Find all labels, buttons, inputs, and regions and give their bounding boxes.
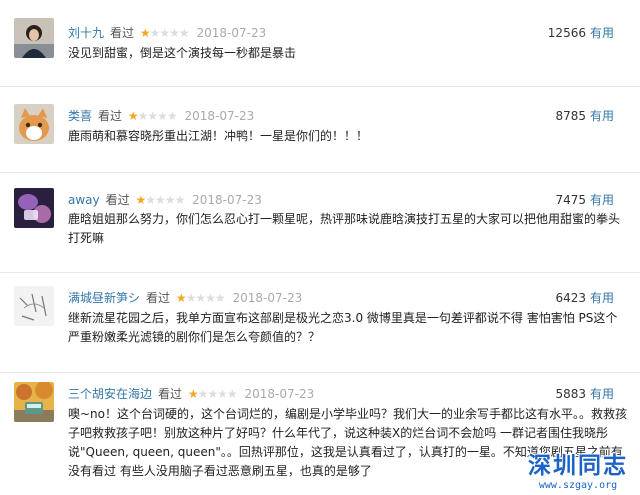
review-text: 继新流星花园之后，我单方面宣布这部剧是极光之恋3.0 微博里真是一句差评都说不得…: [68, 311, 618, 344]
review-text: 鹿雨萌和慕容晓彤重出江湖！冲鸭！一星是你们的！！！: [68, 129, 369, 143]
seen-label: 看过: [110, 26, 135, 40]
username-link[interactable]: 三个胡安在海边: [68, 387, 152, 401]
review-item: 满城昼新笋シ 看过 ★★★★★ 2018-07-23 6423 有用 继新流星花园之…: [0, 272, 640, 373]
username-link[interactable]: 刘十九: [68, 26, 104, 40]
vote-count: 5883: [555, 387, 586, 401]
watermark-title: 深圳同志: [528, 453, 628, 479]
useful-button[interactable]: 有用: [590, 291, 614, 305]
vote-count: 6423: [555, 291, 586, 305]
username-link[interactable]: 类喜: [68, 109, 92, 123]
review-date: 2018-07-23: [244, 387, 315, 401]
seen-label: 看过: [146, 291, 171, 305]
user-avatar[interactable]: [14, 18, 54, 58]
review-header: 刘十九 看过 ★★★★★ 2018-07-23: [68, 24, 266, 41]
review-date: 2018-07-23: [232, 291, 303, 305]
review-header: 类喜 看过 ★★★★★ 2018-07-23: [68, 107, 254, 124]
username-link[interactable]: 满城昼新笋シ: [68, 291, 140, 305]
useful-button[interactable]: 有用: [590, 387, 614, 401]
rating-stars: ★★★★★: [187, 387, 238, 401]
user-avatar[interactable]: [14, 382, 54, 422]
watermark-url: www.szgay.org: [538, 480, 618, 491]
user-avatar[interactable]: [14, 104, 54, 144]
review-date: 2018-07-23: [192, 193, 262, 207]
vote-count: 7475: [555, 193, 586, 207]
vote-block: 7475 有用: [555, 191, 614, 208]
review-item: away 看过 ★★★★★ 2018-07-23 7475 有用 鹿晗姐姐那么努力，…: [0, 172, 640, 273]
useful-button[interactable]: 有用: [590, 193, 614, 207]
seen-label: 看过: [105, 193, 130, 207]
review-header: away 看过 ★★★★★ 2018-07-23: [68, 191, 262, 208]
rating-stars: ★★★★★: [139, 26, 190, 40]
username-link[interactable]: away: [68, 193, 100, 207]
review-text: 没见到甜蜜，倒是这个演技每一秒都是暴击: [68, 46, 297, 60]
useful-button[interactable]: 有用: [590, 26, 614, 40]
review-text: 鹿晗姐姐那么努力，你们怎么忍心打一颗星呢，热评那味说鹿晗演技打五星的大家可以把他…: [68, 212, 621, 245]
useful-button[interactable]: 有用: [590, 109, 614, 123]
vote-block: 8785 有用: [555, 107, 614, 124]
seen-label: 看过: [158, 387, 183, 401]
vote-count: 8785: [555, 109, 586, 123]
vote-block: 5883 有用: [555, 385, 614, 402]
vote-block: 6423 有用: [555, 289, 614, 306]
rating-stars: ★★★★★: [135, 193, 185, 207]
seen-label: 看过: [98, 109, 123, 123]
user-avatar[interactable]: [14, 188, 54, 228]
site-watermark: 深圳同志 www.szgay.org: [522, 446, 634, 491]
review-date: 2018-07-23: [196, 26, 267, 40]
vote-count: 12566: [547, 26, 586, 40]
user-avatar[interactable]: [14, 286, 54, 326]
vote-block: 12566 有用: [548, 24, 614, 41]
review-item: 刘十九 看过 ★★★★★ 2018-07-23 12566 有用 没见到甜蜜，倒是这…: [0, 0, 640, 87]
rating-stars: ★★★★★: [127, 109, 178, 123]
review-item: 类喜 看过 ★★★★★ 2018-07-23 8785 有用 鹿雨萌和慕容晓彤重出江…: [0, 86, 640, 173]
review-header: 三个胡安在海边 看过 ★★★★★ 2018-07-23: [68, 385, 314, 402]
review-header: 满城昼新笋シ 看过 ★★★★★ 2018-07-23: [68, 289, 302, 306]
review-date: 2018-07-23: [184, 109, 255, 123]
rating-stars: ★★★★★: [175, 291, 226, 305]
